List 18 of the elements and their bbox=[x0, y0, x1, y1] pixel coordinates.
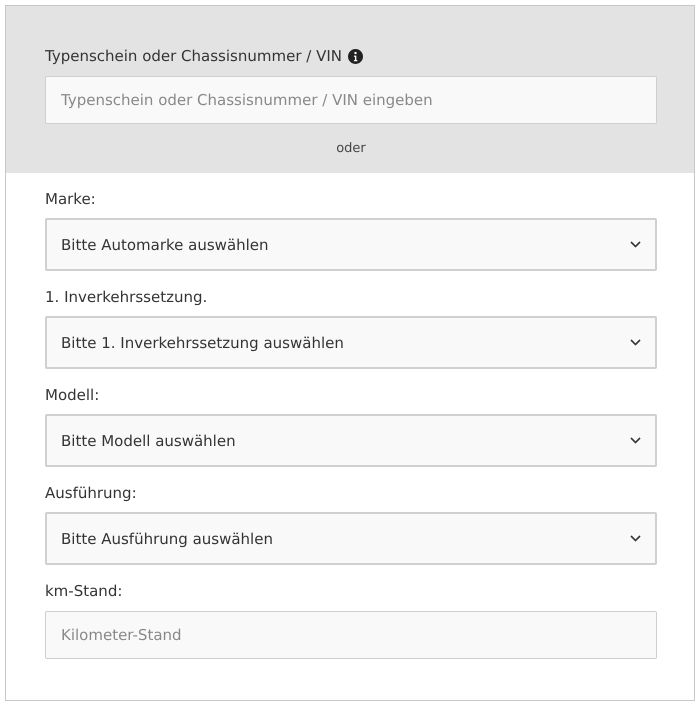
separator-text: oder bbox=[336, 141, 366, 156]
select-dropdown[interactable]: Bitte 1. Inverkehrssetzung auswählen bbox=[45, 316, 657, 369]
chevron-down-icon bbox=[630, 535, 641, 542]
info-icon[interactable] bbox=[348, 48, 363, 64]
field-label: 1. Inverkehrssetzung. bbox=[45, 287, 208, 307]
field-label: Modell: bbox=[45, 385, 100, 405]
input-field[interactable]: Kilometer-Stand bbox=[45, 611, 657, 659]
select-dropdown[interactable]: Bitte Ausführung auswählen bbox=[45, 512, 657, 565]
chevron-down-icon bbox=[630, 437, 641, 444]
select-dropdown[interactable]: Bitte Automarke auswählen bbox=[45, 218, 657, 271]
chevron-down-icon bbox=[630, 339, 641, 346]
field-label: Marke: bbox=[45, 189, 96, 209]
select-dropdown[interactable]: Bitte Modell auswählen bbox=[45, 414, 657, 467]
chevron-down-icon bbox=[630, 241, 641, 248]
field-label: Ausführung: bbox=[45, 483, 137, 503]
field-label: km-Stand: bbox=[45, 581, 122, 601]
vin-input-field[interactable]: Typenschein oder Chassisnummer / VIN eingeben bbox=[45, 76, 657, 124]
field-label: Typenschein oder Chassisnummer / VIN bbox=[45, 46, 342, 66]
